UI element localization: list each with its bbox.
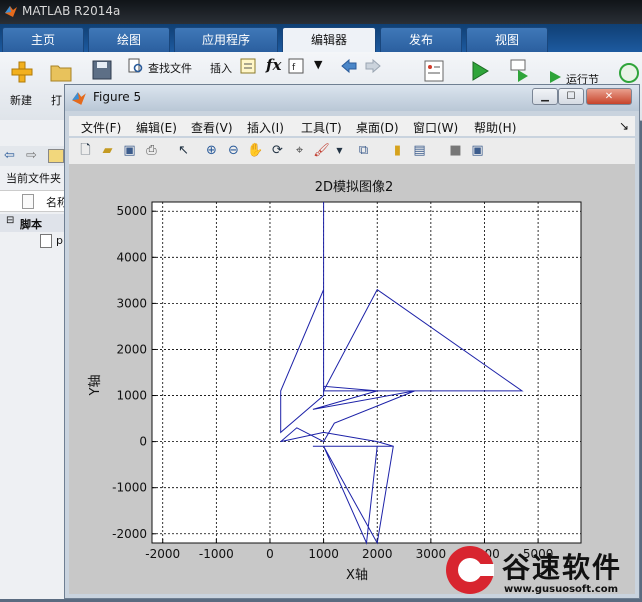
file-icon (22, 194, 34, 209)
run-time-icon[interactable] (618, 62, 640, 84)
run-section-icon[interactable] (548, 70, 562, 84)
tab-home[interactable]: 主页 (2, 27, 84, 52)
address-bar: ⇦ ⇨ (0, 146, 70, 166)
figure-title: Figure 5 (93, 90, 142, 104)
y-tick-label: -1000 (112, 481, 147, 495)
indent-icon[interactable]: f (288, 58, 304, 74)
chart-title: 2D模拟图像2 (315, 180, 394, 195)
menu-window[interactable]: 窗口(W) (413, 119, 458, 136)
new-figure-icon[interactable]: 🗋 (77, 142, 94, 159)
tab-publish[interactable]: 发布 (380, 27, 462, 52)
menu-view[interactable]: 查看(V) (191, 119, 233, 136)
x-axis-label: X轴 (346, 568, 368, 583)
script-file-icon (40, 234, 52, 248)
matlab-logo-icon (5, 6, 17, 17)
menu-tools[interactable]: 工具(T) (301, 119, 342, 136)
save-icon[interactable]: ▣ (121, 142, 138, 159)
find-files-button[interactable]: 查找文件 (148, 60, 192, 76)
matlab-logo-icon (72, 92, 86, 105)
zoom-in-icon[interactable]: ⊕ (203, 142, 220, 159)
run-and-advance-icon[interactable] (508, 58, 530, 82)
chevron-down-icon[interactable]: ▼ (331, 142, 348, 159)
x-tick-label: 2000 (362, 547, 393, 561)
figure-window: Figure 5 ▁ ☐ ✕ 文件(F) 编辑(E) 查看(V) 插入(I) 工… (64, 84, 640, 599)
tab-view[interactable]: 视图 (466, 27, 548, 52)
figure-title-bar[interactable]: Figure 5 ▁ ☐ ✕ (65, 85, 639, 111)
y-tick-label: -2000 (112, 527, 147, 541)
hide-plot-tools-icon[interactable]: ■ (447, 142, 464, 159)
list-item[interactable]: p (0, 232, 70, 250)
save-icon[interactable] (92, 60, 112, 80)
menu-file[interactable]: 文件(F) (81, 119, 121, 136)
run-icon[interactable] (470, 60, 490, 82)
x-tick-label: -2000 (145, 547, 180, 561)
chevron-down-icon[interactable]: ▼ (314, 58, 322, 71)
rotate-3d-icon[interactable]: ⟳ (269, 142, 286, 159)
list-item[interactable]: ⊟ 脚本 (0, 214, 70, 232)
menu-insert[interactable]: 插入(I) (247, 119, 284, 136)
show-plot-tools-icon[interactable]: ▣ (469, 142, 486, 159)
tab-editor[interactable]: 编辑器 (282, 27, 376, 52)
pointer-icon[interactable]: ↖ (175, 142, 192, 159)
current-folder-panel: ⇦ ⇨ 当前文件夹 名称 ⊟ 脚本 p (0, 120, 70, 599)
forward-arrow-icon (365, 58, 381, 74)
plot-area[interactable]: 2D模拟图像2 -2000 -1000 0 1000 2000 3000 4000 5000 -… (69, 165, 635, 594)
data-cursor-icon[interactable]: ⌖ (291, 142, 308, 159)
x-tick-label: 0 (266, 547, 274, 561)
figure-canvas: 2D模拟图像2 -2000 -1000 0 1000 2000 3000 4000 5000 -… (69, 165, 635, 594)
minimize-button[interactable]: ▁ (532, 88, 558, 105)
close-button[interactable]: ✕ (586, 88, 632, 105)
plus-icon[interactable] (10, 60, 34, 84)
y-tick-label: 3000 (116, 296, 147, 310)
figure-menu-bar: 文件(F) 编辑(E) 查看(V) 插入(I) 工具(T) 桌面(D) 窗口(W… (69, 116, 635, 136)
x-tick-label: -1000 (199, 547, 234, 561)
watermark-url: www.gusuosoft.com (504, 584, 619, 595)
script-file-name[interactable]: p (56, 234, 63, 247)
maximize-button[interactable]: ☐ (558, 88, 584, 105)
folder-icon[interactable] (50, 62, 72, 82)
tab-plots[interactable]: 绘图 (88, 27, 170, 52)
tab-apps[interactable]: 应用程序 (174, 27, 278, 52)
legend-icon[interactable]: ▤ (411, 142, 428, 159)
x-tick-label: 1000 (308, 547, 339, 561)
fx-button[interactable]: fx (266, 56, 281, 74)
column-header[interactable]: 名称 (0, 190, 70, 212)
pan-hand-icon[interactable]: ✋ (247, 142, 264, 159)
y-axis-label: Y轴 (88, 375, 103, 397)
watermark: 谷速软件 www.gusuosoft.com (440, 540, 642, 599)
window-title: MATLAB R2014a (22, 4, 121, 18)
matlab-title-bar: MATLAB R2014a (0, 0, 642, 24)
print-icon[interactable]: ⎙ (143, 142, 160, 159)
figure-toolbar: 🗋 ▰ ▣ ⎙ ↖ ⊕ ⊖ ✋ ⟳ ⌖ 🖌 ▼ ⧉ ▮ ▤ ■ ▣ (69, 138, 635, 165)
forward-arrow-icon[interactable]: ⇨ (26, 148, 37, 163)
brush-icon[interactable]: 🖌 (313, 142, 330, 159)
comment-icon[interactable] (240, 58, 256, 74)
back-arrow-icon[interactable]: ⇦ (4, 148, 15, 163)
open-file-icon[interactable]: ▰ (99, 142, 116, 159)
open-button[interactable]: 打 (51, 92, 62, 108)
up-folder-icon[interactable] (48, 149, 64, 163)
insert-button[interactable]: 插入 (210, 60, 232, 76)
y-tick-label: 2000 (116, 342, 147, 356)
new-button[interactable]: 新建 (10, 92, 32, 108)
menu-desktop[interactable]: 桌面(D) (356, 119, 399, 136)
y-tick-label: 1000 (116, 389, 147, 403)
menu-help[interactable]: 帮助(H) (474, 119, 516, 136)
colorbar-icon[interactable]: ▮ (389, 142, 406, 159)
find-files-icon (128, 58, 143, 73)
menu-edit[interactable]: 编辑(E) (136, 119, 177, 136)
back-arrow-icon[interactable] (340, 58, 358, 74)
y-tick-label: 4000 (116, 250, 147, 264)
watermark-brand: 谷速软件 (502, 551, 623, 584)
ribbon-tab-bar: 主页 绘图 应用程序 编辑器 发布 视图 (0, 24, 642, 52)
y-tick-label: 0 (139, 435, 147, 449)
script-group-label: 脚本 (20, 218, 42, 231)
breakpoints-icon[interactable] (424, 60, 444, 82)
dock-arrow-icon[interactable]: ↘ (619, 119, 629, 133)
zoom-out-icon[interactable]: ⊖ (225, 142, 242, 159)
y-tick-label: 5000 (116, 204, 147, 218)
link-plot-icon[interactable]: ⧉ (355, 142, 372, 159)
collapse-icon[interactable]: ⊟ (6, 215, 14, 226)
